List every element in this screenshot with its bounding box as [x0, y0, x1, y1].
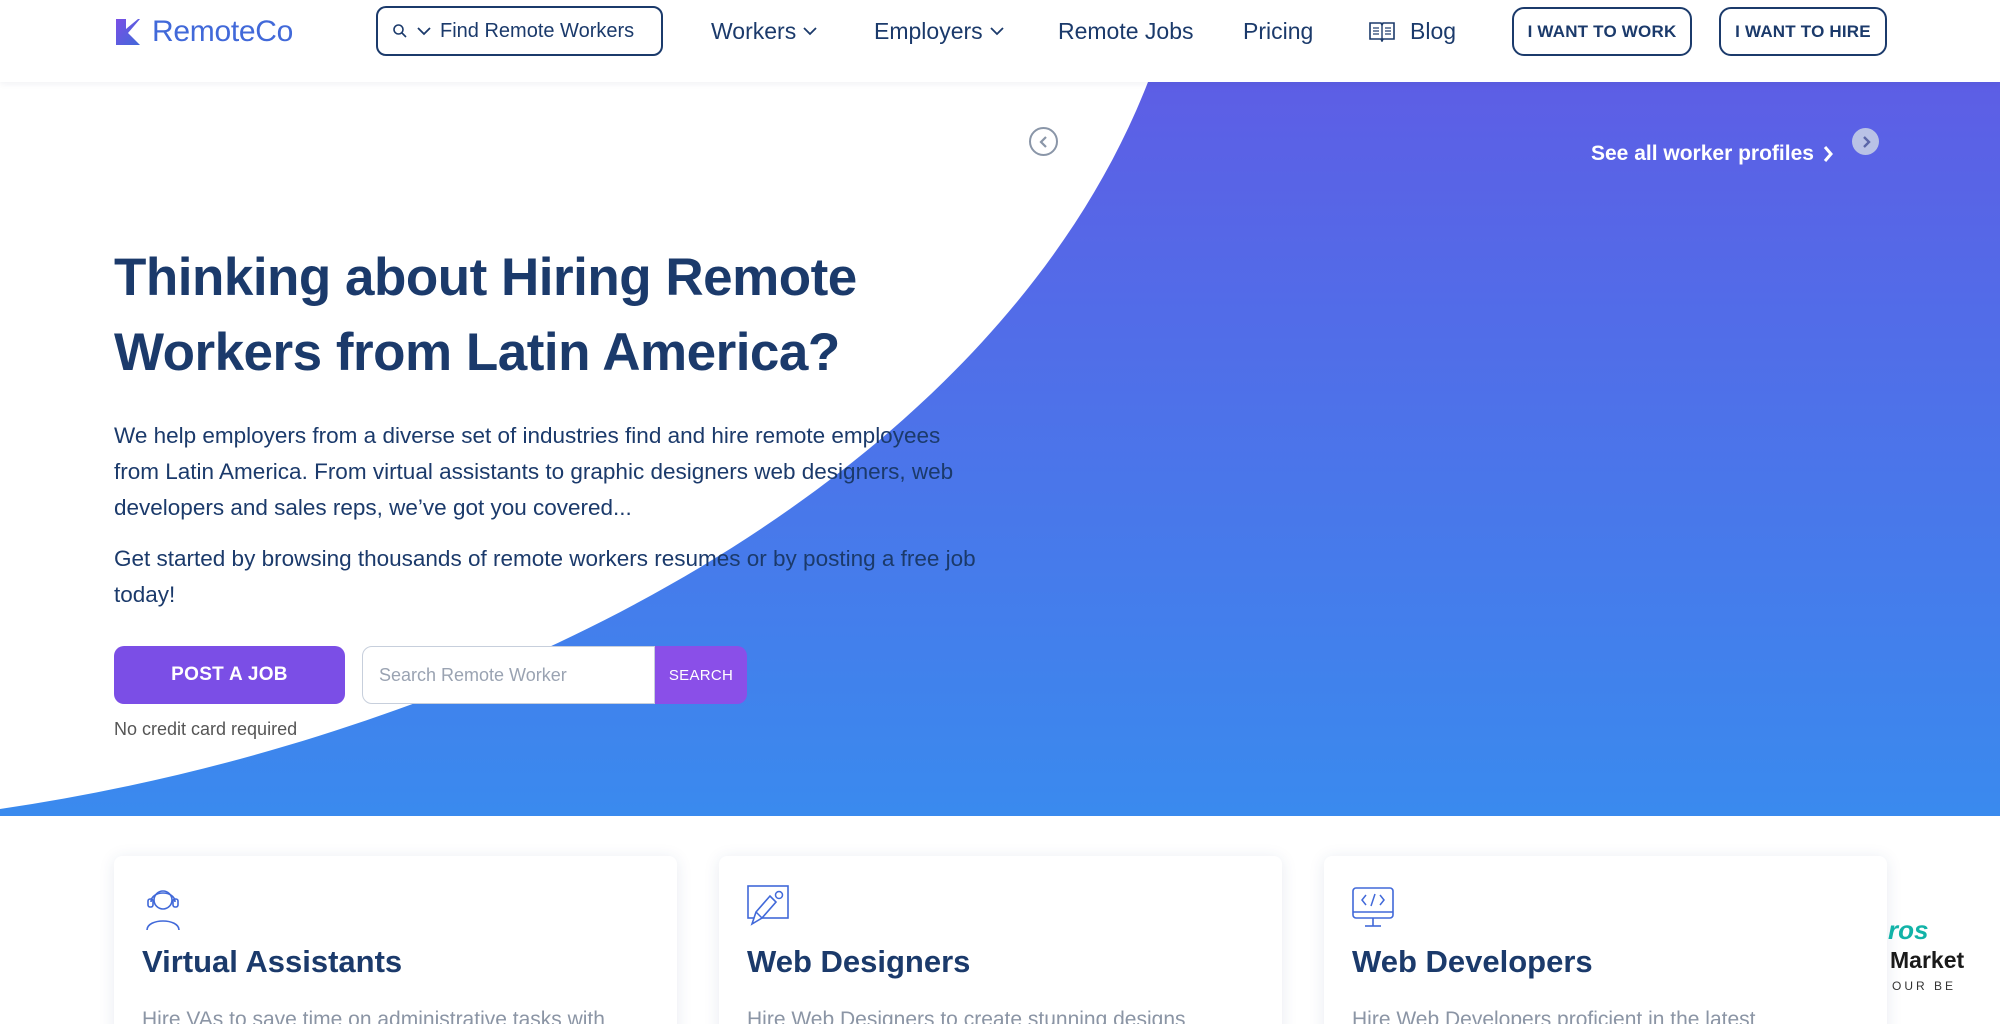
chevron-right-icon: [1862, 135, 1871, 148]
card-web-designers[interactable]: Web Designers Hire Web Designers to crea…: [719, 856, 1282, 1024]
nav-blog-label: Blog: [1410, 17, 1457, 44]
badge-bottom-text: OUR BE: [1892, 979, 1957, 993]
badge-middle-text: Market: [1890, 947, 1965, 973]
card-title: Web Designers: [747, 944, 971, 979]
nav-remote-jobs-label: Remote Jobs: [1058, 17, 1194, 44]
pros-market-badge[interactable]: ros Market OUR BE: [1888, 905, 2000, 997]
nav-employers-label: Employers: [874, 17, 983, 44]
chevron-down-icon: [417, 27, 431, 36]
site-header: RemoteCo Find Remote Workers Workers Emp…: [0, 0, 2000, 82]
nav-pricing-label: Pricing: [1243, 17, 1314, 44]
carousel-next-button[interactable]: [1852, 128, 1879, 155]
hero-section: See all worker profiles Thinking about H…: [0, 82, 2000, 816]
worker-search-field[interactable]: [362, 646, 655, 704]
nav-employers[interactable]: Employers: [874, 14, 1005, 48]
nav-pricing[interactable]: Pricing: [1243, 14, 1313, 48]
card-virtual-assistants[interactable]: Virtual Assistants Hire VAs to save time…: [114, 856, 677, 1024]
hero-description: We help employers from a diverse set of …: [114, 423, 954, 520]
code-monitor-icon: [1352, 887, 1394, 927]
badge-top-text: ros: [1888, 915, 1929, 945]
find-workers-label: Find Remote Workers: [440, 19, 635, 42]
nav-workers-label: Workers: [711, 17, 797, 44]
chevron-down-icon: [803, 27, 817, 36]
chevron-down-icon: [990, 27, 1004, 36]
search-icon: [393, 24, 407, 38]
card-title: Virtual Assistants: [142, 944, 403, 979]
nav-remote-jobs[interactable]: Remote Jobs: [1058, 14, 1194, 48]
chevron-right-icon: [1823, 146, 1833, 162]
headset-person-icon: [146, 890, 180, 931]
nav-blog[interactable]: Blog: [1368, 14, 1456, 48]
logo-mark-icon: [116, 19, 140, 45]
logo-text: RemoteCo: [152, 15, 293, 48]
nav-workers[interactable]: Workers: [711, 14, 818, 48]
see-all-profiles-label: See all worker profiles: [1591, 142, 1814, 165]
chevron-left-icon: [1038, 135, 1047, 148]
design-tool-icon: [747, 885, 789, 926]
hero-call-to-action-text: Get started by browsing thousands of rem…: [114, 546, 976, 607]
no-credit-card-note: No credit card required: [114, 719, 298, 739]
card-description: Hire Web Designers to create stunning de…: [747, 1008, 1186, 1024]
carousel-prev-button[interactable]: [1029, 127, 1058, 156]
card-description: Hire VAs to save time on administrative …: [142, 1008, 605, 1024]
want-to-work-button[interactable]: I WANT TO WORK: [1512, 7, 1692, 56]
find-workers-search[interactable]: Find Remote Workers: [376, 6, 663, 56]
post-a-job-button[interactable]: POST A JOB: [114, 646, 345, 704]
logo[interactable]: RemoteCo: [114, 14, 293, 50]
see-all-profiles-link[interactable]: See all worker profiles: [1591, 142, 1834, 166]
card-web-developers[interactable]: Web Developers Hire Web Developers profi…: [1324, 856, 1887, 1024]
hero-title: Thinking about Hiring Remote Workers fro…: [114, 248, 857, 382]
want-to-hire-button[interactable]: I WANT TO HIRE: [1719, 7, 1887, 56]
card-title: Web Developers: [1352, 944, 1593, 979]
book-icon: [1369, 22, 1395, 42]
worker-search-input[interactable]: [379, 664, 654, 686]
search-button[interactable]: SEARCH: [655, 646, 747, 704]
card-description: Hire Web Developers proficient in the la…: [1352, 1008, 1756, 1024]
